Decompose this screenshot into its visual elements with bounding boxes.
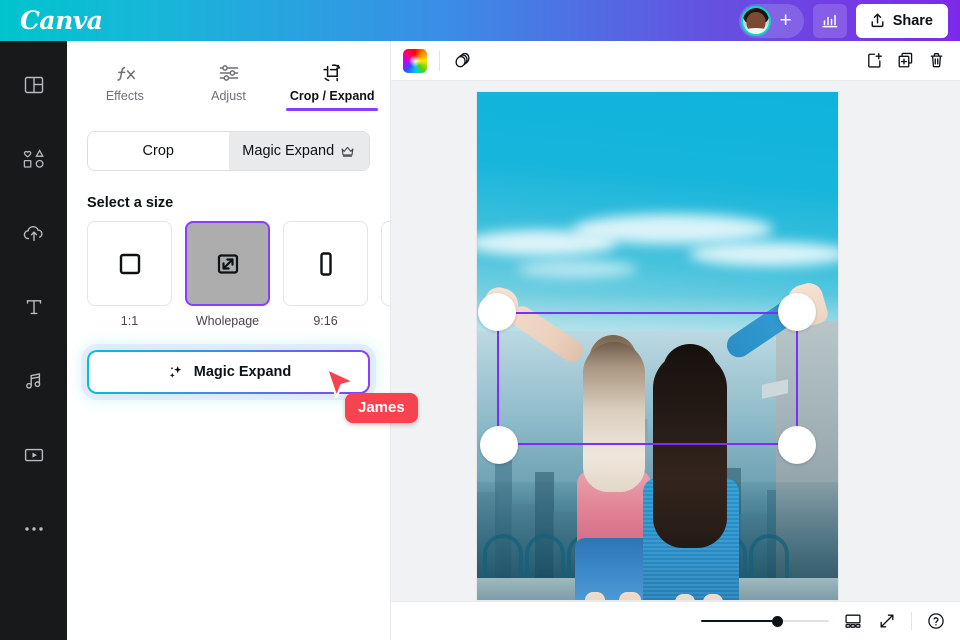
sliders-icon — [217, 62, 241, 84]
size-thumb — [381, 221, 390, 306]
design-page[interactable] — [477, 92, 838, 600]
square-icon — [115, 249, 145, 279]
sidebar-item-design[interactable] — [8, 61, 60, 109]
canvas-bottom-bar — [391, 601, 960, 640]
crop-mode-segmented-control: Crop Magic Expand — [87, 131, 370, 171]
share-button[interactable]: Share — [855, 3, 948, 38]
tab-effects-label: Effects — [105, 89, 144, 103]
shapes-icon — [21, 147, 47, 171]
photo-denim-shorts — [575, 538, 653, 600]
photo-leg — [703, 594, 723, 600]
crop-expand-icon — [319, 62, 345, 84]
photo-cloud — [517, 260, 637, 278]
bottom-bar-divider — [911, 612, 912, 630]
layout-grid-icon — [22, 73, 46, 97]
pages-grid-icon[interactable] — [843, 611, 863, 631]
panel-tab-bar: Effects Adjust Crop / Expand — [67, 47, 390, 111]
size-card-1-1[interactable]: 1:1 — [87, 221, 172, 328]
segment-magic-expand-label: Magic Expand — [242, 143, 335, 159]
canvas-stage — [391, 81, 960, 601]
size-thumb — [185, 221, 270, 306]
sidebar-item-more[interactable] — [8, 505, 60, 553]
tab-adjust-label: Adjust — [211, 89, 246, 103]
left-rail — [0, 41, 67, 640]
sidebar-item-videos[interactable] — [8, 431, 60, 479]
sidebar-item-uploads[interactable] — [8, 209, 60, 257]
photo-leg — [619, 592, 641, 600]
add-page-icon[interactable] — [865, 51, 884, 70]
remote-cursor-name: James — [345, 393, 418, 423]
crop-handle-bottom-right[interactable] — [778, 426, 816, 464]
toolbar-divider — [439, 50, 440, 71]
collaborators-group: + — [738, 3, 804, 38]
photo-leg — [585, 592, 605, 600]
tab-adjust[interactable]: Adjust — [177, 62, 281, 109]
music-note-icon — [22, 369, 46, 393]
photo-cloud — [573, 214, 773, 244]
tab-effects[interactable]: Effects — [73, 62, 177, 109]
size-thumb — [87, 221, 172, 306]
size-label: 9:16 — [313, 314, 338, 328]
upload-icon — [869, 12, 886, 29]
sidebar-item-elements[interactable] — [8, 135, 60, 183]
trash-icon[interactable] — [927, 51, 946, 70]
rainbow-color-icon[interactable] — [403, 48, 427, 73]
app-header: Canva + Share — [0, 0, 960, 41]
canvas-toolbar-right — [865, 51, 946, 70]
ellipsis-icon — [22, 524, 46, 534]
zoom-knob[interactable] — [772, 615, 784, 627]
add-collaborator-button[interactable]: + — [773, 8, 799, 34]
size-label: 1:1 — [120, 314, 139, 328]
avatar-shoulders — [742, 27, 769, 34]
segment-crop-label: Crop — [142, 143, 174, 159]
size-options-row: 1:1 Wholepage 9:16 — [67, 221, 390, 328]
avatar[interactable] — [740, 5, 771, 36]
canva-editor: Canva + Share Effects Adjust Crop / Expa… — [0, 0, 960, 640]
image-edit-panel: Effects Adjust Crop / Expand Crop Magic … — [67, 41, 391, 640]
portrait-rect-icon — [311, 249, 341, 279]
tab-crop-expand[interactable]: Crop / Expand — [280, 62, 384, 111]
crop-handle-top-right[interactable] — [778, 293, 816, 331]
photo-cloud — [689, 242, 838, 266]
duplicate-icon[interactable] — [896, 51, 915, 70]
canvas-area — [391, 41, 960, 640]
crown-icon — [340, 145, 355, 158]
crop-frame[interactable] — [497, 312, 798, 445]
bar-chart-icon — [821, 12, 839, 30]
photo-leg — [675, 594, 695, 600]
header-actions: + Share — [738, 3, 948, 38]
expand-arrows-diagonal-icon[interactable] — [877, 611, 897, 631]
zoom-fill — [701, 620, 778, 622]
sidebar-item-text[interactable] — [8, 283, 60, 331]
size-thumb — [283, 221, 368, 306]
share-label: Share — [892, 12, 933, 29]
size-card-partial[interactable] — [381, 221, 390, 328]
sparkles-icon — [166, 363, 185, 382]
segment-magic-expand[interactable]: Magic Expand — [228, 132, 369, 170]
size-label: Wholepage — [195, 314, 260, 328]
crop-handle-top-left[interactable] — [478, 293, 516, 331]
cloud-upload-icon — [21, 221, 47, 245]
tab-crop-expand-label: Crop / Expand — [289, 89, 375, 103]
magic-expand-button-label: Magic Expand — [193, 364, 292, 380]
insights-button[interactable] — [812, 3, 847, 38]
transparency-icon[interactable] — [452, 50, 473, 71]
canvas-toolbar — [391, 41, 960, 81]
canva-logo[interactable]: Canva — [12, 6, 103, 35]
canvas-toolbar-left — [403, 48, 473, 73]
size-card-wholepage[interactable]: Wholepage — [185, 221, 270, 328]
help-circle-icon[interactable] — [926, 611, 946, 631]
select-a-size-title: Select a size — [87, 195, 174, 211]
sidebar-item-audio[interactable] — [8, 357, 60, 405]
video-play-icon — [22, 443, 46, 467]
fx-icon — [113, 62, 137, 84]
expand-arrows-icon — [213, 249, 243, 279]
crop-handle-bottom-left[interactable] — [480, 426, 518, 464]
text-t-icon — [22, 295, 46, 319]
size-card-9-16[interactable]: 9:16 — [283, 221, 368, 328]
segment-crop[interactable]: Crop — [88, 132, 229, 170]
zoom-slider[interactable] — [701, 614, 829, 628]
